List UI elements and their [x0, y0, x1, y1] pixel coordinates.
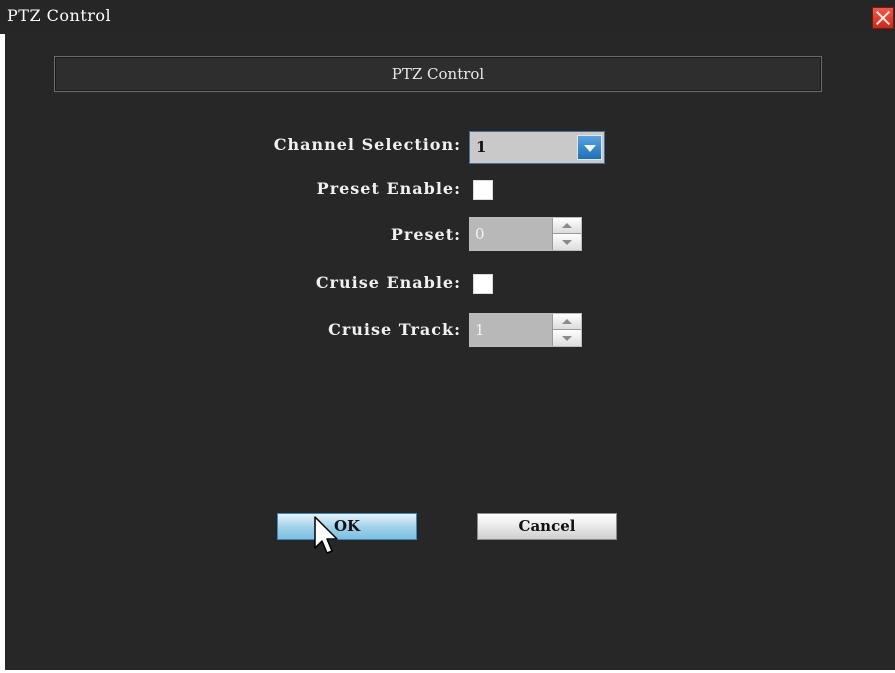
cruise-enable-checkbox[interactable]	[473, 274, 493, 294]
cruise-track-value: 1	[475, 321, 485, 339]
cruise-enable-label: Cruise Enable:	[315, 273, 461, 292]
cruise-track-stepper[interactable]: 1	[469, 313, 582, 347]
cancel-button[interactable]: Cancel	[477, 513, 617, 540]
cruise-track-label: Cruise Track:	[328, 320, 461, 339]
chevron-up-icon[interactable]	[553, 314, 581, 330]
preset-enable-checkbox[interactable]	[473, 180, 493, 200]
chevron-up-icon[interactable]	[553, 218, 581, 234]
channel-selection-value: 1	[476, 138, 487, 156]
section-header-title: PTZ Control	[391, 65, 485, 83]
title-bar: PTZ Control	[0, 0, 895, 34]
ptz-control-window: PTZ Control PTZ Control Channel Selectio…	[0, 0, 895, 673]
preset-stepper-buttons	[552, 218, 581, 250]
window-title: PTZ Control	[7, 6, 112, 25]
chevron-down-icon[interactable]	[553, 330, 581, 346]
preset-enable-label: Preset Enable:	[316, 179, 461, 198]
section-header: PTZ Control	[54, 56, 822, 92]
channel-selection-dropdown[interactable]: 1	[469, 131, 605, 164]
preset-stepper[interactable]: 0	[469, 217, 582, 251]
chevron-down-icon[interactable]	[577, 135, 602, 160]
ok-button[interactable]: OK	[277, 513, 417, 540]
preset-value: 0	[475, 225, 485, 243]
close-icon[interactable]	[872, 7, 894, 29]
chevron-down-icon[interactable]	[553, 234, 581, 250]
cruise-track-stepper-buttons	[552, 314, 581, 346]
channel-selection-label: Channel Selection:	[273, 135, 461, 154]
dialog-body: PTZ Control Channel Selection: 1 Preset …	[5, 34, 895, 670]
mouse-pointer-icon	[314, 516, 338, 554]
preset-label: Preset:	[390, 225, 461, 244]
